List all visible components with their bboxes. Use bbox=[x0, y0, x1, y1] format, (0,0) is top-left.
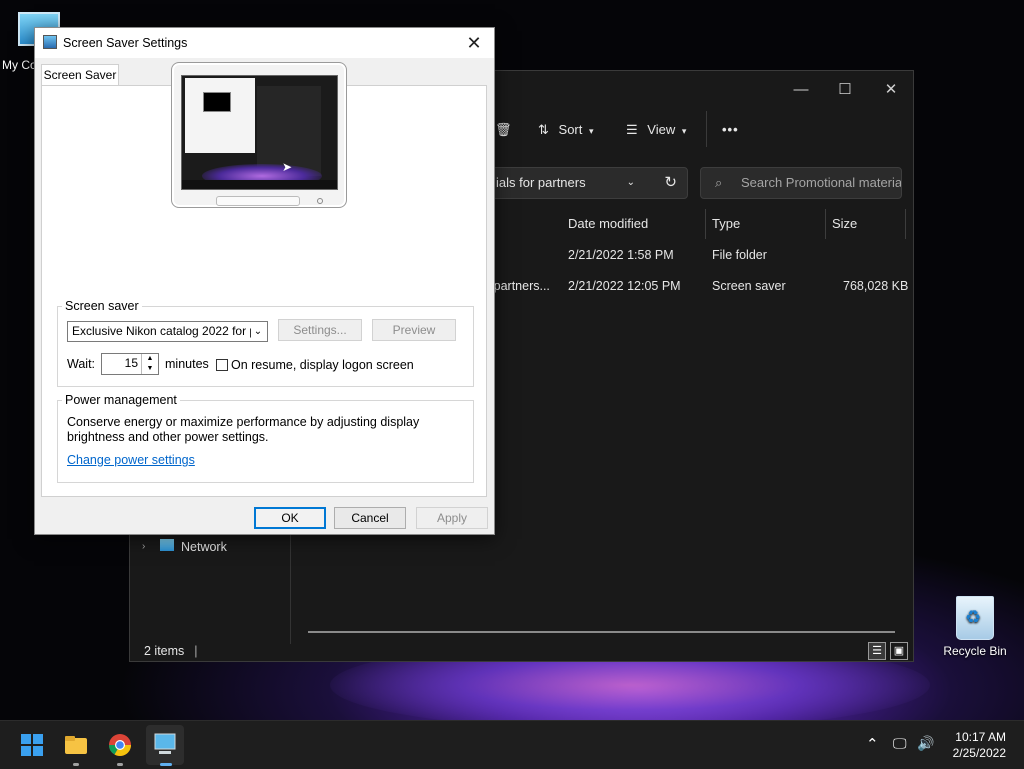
preview-button[interactable]: Preview bbox=[372, 319, 456, 341]
sort-label: Sort bbox=[558, 122, 583, 137]
close-icon[interactable]: ✕ bbox=[868, 77, 914, 103]
chevron-down-icon: ▾ bbox=[589, 126, 594, 136]
column-header-size[interactable]: Size bbox=[826, 209, 906, 239]
monitor-base bbox=[216, 196, 300, 206]
chrome-taskbar-button[interactable] bbox=[104, 729, 136, 761]
chevron-down-icon: ⌄ bbox=[251, 322, 265, 341]
details-view-icon[interactable]: ☰ bbox=[868, 642, 886, 660]
address-text: ials for partners bbox=[496, 175, 586, 190]
maximize-icon[interactable]: ☐ bbox=[822, 77, 868, 103]
running-indicator bbox=[117, 763, 123, 766]
wait-value: 15 bbox=[124, 356, 138, 370]
view-label: View bbox=[647, 122, 676, 137]
toolbar-divider bbox=[706, 111, 707, 147]
windows-logo-icon bbox=[21, 734, 43, 756]
sidebar-item-network[interactable]: Network bbox=[181, 540, 227, 554]
row-date: 2/21/2022 12:05 PM bbox=[568, 279, 681, 293]
horizontal-scrollbar[interactable] bbox=[308, 631, 895, 633]
apply-button[interactable]: Apply bbox=[416, 507, 488, 529]
power-description-line2: brightness and other power settings. bbox=[67, 430, 269, 444]
power-led-icon bbox=[317, 198, 323, 204]
chrome-icon bbox=[109, 734, 131, 756]
delete-icon[interactable]: 🗑 bbox=[495, 119, 512, 141]
resume-logon-checkbox[interactable] bbox=[216, 359, 228, 371]
monitor-preview: ➤ bbox=[171, 62, 347, 208]
file-explorer-taskbar-button[interactable] bbox=[60, 729, 92, 761]
chevron-up-icon[interactable]: ⌃ bbox=[866, 735, 879, 753]
minutes-label: minutes bbox=[165, 357, 209, 371]
refresh-icon[interactable]: ↻ bbox=[664, 168, 677, 198]
network-icon bbox=[160, 539, 174, 551]
change-power-settings-link[interactable]: Change power settings bbox=[67, 453, 195, 467]
view-icon: ☰ bbox=[626, 122, 638, 137]
resume-logon-label: On resume, display logon screen bbox=[231, 358, 414, 372]
power-management-label: Power management bbox=[62, 393, 180, 407]
chevron-down-icon: ▾ bbox=[681, 126, 687, 136]
selected-saver: Exclusive Nikon catalog 2022 for p bbox=[72, 324, 257, 338]
dialog-titlebar[interactable]: Screen Saver Settings ✕ bbox=[35, 28, 494, 58]
search-icon: ⌕ bbox=[715, 175, 723, 190]
network-status-icon[interactable]: 🖵 bbox=[893, 735, 907, 752]
cancel-button[interactable]: Cancel bbox=[334, 507, 406, 529]
recycle-bin-desktop-icon[interactable]: ♻ Recycle Bin bbox=[942, 596, 1008, 658]
row-type: File folder bbox=[712, 248, 767, 262]
running-indicator bbox=[73, 763, 79, 766]
clock-time: 10:17 AM bbox=[955, 730, 1006, 744]
my-computer-label: My Co bbox=[2, 58, 37, 72]
dialog-title: Screen Saver Settings bbox=[63, 36, 188, 50]
preview-screen: ➤ bbox=[181, 75, 338, 190]
address-bar[interactable]: ials for partners ⌄ ↻ bbox=[485, 167, 688, 199]
chevron-right-icon[interactable]: › bbox=[142, 541, 145, 552]
search-placeholder: Search Promotional material... bbox=[741, 175, 902, 190]
view-button[interactable]: ☰ View ▾ bbox=[626, 119, 686, 141]
status-item-count: 2 items | bbox=[144, 644, 198, 658]
chevron-down-icon[interactable]: ⌄ bbox=[627, 168, 635, 198]
spin-up-icon[interactable]: ▲ bbox=[142, 354, 158, 364]
preview-black-box bbox=[203, 92, 231, 112]
row-type: Screen saver bbox=[712, 279, 786, 293]
preview-dialog bbox=[185, 78, 255, 153]
close-icon[interactable]: ✕ bbox=[460, 31, 488, 55]
column-header-type[interactable]: Type bbox=[706, 209, 826, 239]
clock[interactable]: 10:17 AM 2/25/2022 bbox=[953, 729, 1006, 761]
clock-date: 2/25/2022 bbox=[952, 746, 1006, 760]
thumbnail-view-icon[interactable]: ▣ bbox=[890, 642, 908, 660]
folder-icon bbox=[65, 736, 87, 754]
screen-saver-settings-dialog: Screen Saver Settings ✕ Screen Saver ➤ S… bbox=[34, 27, 495, 535]
taskbar: ⌃ 🖵 🔊 10:17 AM 2/25/2022 bbox=[0, 720, 1024, 769]
sort-button[interactable]: ⇅ Sort ▾ bbox=[538, 119, 594, 141]
screen-saver-icon bbox=[154, 733, 176, 754]
screen-saver-app-icon bbox=[43, 35, 57, 49]
wait-minutes-stepper[interactable]: 15 ▲ ▼ bbox=[101, 353, 159, 375]
cursor-icon: ➤ bbox=[282, 160, 293, 174]
screen-saver-group-label: Screen saver bbox=[62, 299, 142, 313]
preview-taskbar bbox=[182, 180, 337, 189]
recycle-bin-label: Recycle Bin bbox=[943, 644, 1007, 658]
active-indicator bbox=[160, 763, 172, 766]
minimize-icon[interactable]: — bbox=[778, 77, 824, 103]
row-name: r partners... bbox=[486, 279, 550, 293]
power-description-line1: Conserve energy or maximize performance … bbox=[67, 415, 420, 429]
wait-label: Wait: bbox=[67, 357, 96, 371]
row-date: 2/21/2022 1:58 PM bbox=[568, 248, 674, 262]
search-input[interactable]: ⌕ Search Promotional material... bbox=[700, 167, 902, 199]
spin-down-icon[interactable]: ▼ bbox=[142, 364, 158, 374]
start-button[interactable] bbox=[16, 729, 48, 761]
screen-saver-taskbar-button[interactable] bbox=[146, 725, 184, 765]
sort-icon: ⇅ bbox=[538, 122, 549, 137]
column-header-date[interactable]: Date modified bbox=[562, 209, 706, 239]
tab-screen-saver[interactable]: Screen Saver bbox=[41, 64, 119, 86]
volume-icon[interactable]: 🔊 bbox=[917, 735, 934, 752]
settings-button[interactable]: Settings... bbox=[278, 319, 362, 341]
more-options-button[interactable]: ••• bbox=[722, 119, 739, 141]
ok-button[interactable]: OK bbox=[254, 507, 326, 529]
screen-saver-select[interactable]: Exclusive Nikon catalog 2022 for p ⌄ bbox=[67, 321, 268, 342]
recycle-bin-icon: ♻ bbox=[956, 596, 994, 640]
row-size: 768,028 KB bbox=[843, 279, 909, 293]
